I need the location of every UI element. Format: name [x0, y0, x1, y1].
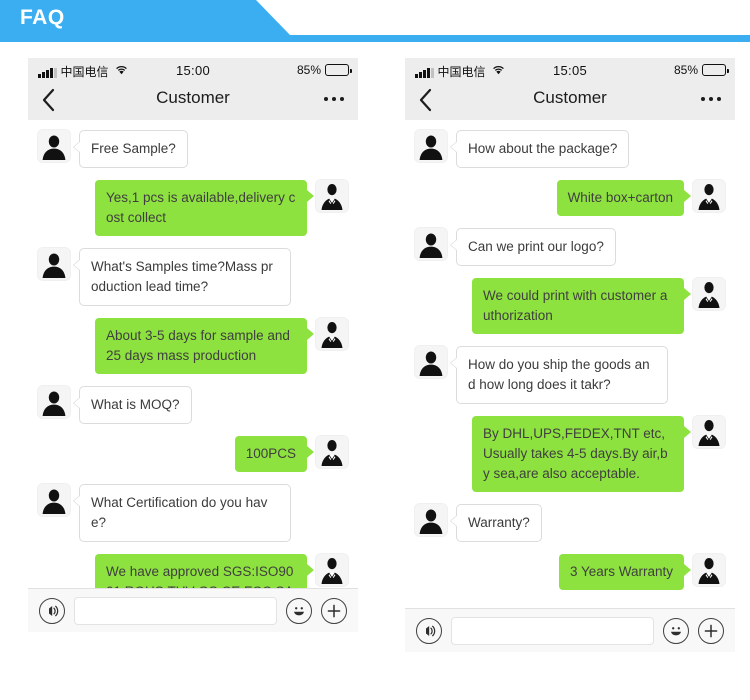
plus-circle-icon[interactable]: [321, 597, 347, 624]
conversation-title: Customer: [156, 88, 230, 107]
avatar-customer: [415, 346, 447, 378]
message-bubble-them: Can we print our logo?: [450, 228, 616, 266]
chat-message: How do you ship the goods and how long d…: [415, 346, 725, 404]
voice-wave-icon[interactable]: [416, 617, 442, 644]
battery-icon: [702, 64, 729, 76]
message-input-right[interactable]: [451, 616, 654, 645]
status-bar-left: 中国电信 15:00 85%: [28, 58, 358, 84]
message-input-bar-left: [28, 588, 358, 632]
chat-message: What is MOQ?: [38, 386, 348, 424]
nav-bar-right: Customer: [405, 84, 735, 120]
more-dots-icon[interactable]: [324, 97, 344, 101]
chat-thread-left: Free Sample? Yes,1 pcs is available,deliv…: [28, 120, 358, 632]
smiley-icon[interactable]: [663, 617, 689, 644]
avatar-customer: [415, 504, 447, 536]
chat-message: What Certification do you have?: [38, 484, 348, 542]
page-title: FAQ: [20, 6, 65, 29]
message-input-bar-right: [405, 608, 735, 652]
more-dots-icon[interactable]: [701, 97, 721, 101]
avatar-customer: [415, 130, 447, 162]
status-bar-right: 中国电信 15:05 85%: [405, 58, 735, 84]
avatar-seller: [316, 554, 348, 586]
conversation-title: Customer: [533, 88, 607, 107]
avatar-seller: [693, 416, 725, 448]
smiley-icon[interactable]: [286, 597, 312, 624]
message-bubble-me: White box+carton: [556, 180, 692, 216]
phone-chrome-right: 中国电信 15:05 85% Customer: [405, 58, 735, 120]
message-bubble-me: Yes,1 pcs is available,delivery cost col…: [95, 180, 314, 236]
avatar-customer: [38, 386, 70, 418]
chat-message: 3 Years Warranty: [415, 554, 725, 590]
avatar-customer: [415, 228, 447, 260]
voice-wave-icon[interactable]: [39, 597, 65, 624]
message-bubble-them: What Certification do you have?: [73, 484, 291, 542]
message-bubble-them: Warranty?: [450, 504, 542, 542]
message-bubble-them: What is MOQ?: [73, 386, 192, 424]
nav-bar-left: Customer: [28, 84, 358, 120]
battery-percent-label: 85%: [673, 63, 698, 77]
chat-message: 100PCS: [38, 436, 348, 472]
plus-circle-icon[interactable]: [698, 617, 724, 644]
phone-screenshot-left: 中国电信 15:00 85% Customer Free Sample? Yes,1 pc…: [28, 58, 358, 632]
chat-message: How about the package?: [415, 130, 725, 168]
chat-message: Yes,1 pcs is available,delivery cost col…: [38, 180, 348, 236]
chat-message: By DHL,UPS,FEDEX,TNT etc,Usually takes 4…: [415, 416, 725, 492]
avatar-seller: [693, 554, 725, 586]
chat-message: White box+carton: [415, 180, 725, 216]
chat-message: About 3-5 days for sample and 25 days ma…: [38, 318, 348, 374]
avatar-customer: [38, 248, 70, 280]
page-header: FAQ: [0, 0, 750, 42]
status-right-left: 85%: [296, 63, 352, 77]
avatar-seller: [316, 436, 348, 468]
chat-message: Warranty?: [415, 504, 725, 542]
phones-stage: 中国电信 15:00 85% Customer Free Sample? Yes,1 pc…: [0, 42, 750, 700]
avatar-seller: [693, 180, 725, 212]
message-bubble-me: By DHL,UPS,FEDEX,TNT etc,Usually takes 4…: [472, 416, 691, 492]
header-underline: [0, 35, 750, 42]
status-right-right: 85%: [673, 63, 729, 77]
message-bubble-them: How about the package?: [449, 130, 630, 168]
message-bubble-me: We could print with customer authorizati…: [472, 278, 691, 334]
message-input-left[interactable]: [74, 596, 277, 625]
avatar-seller: [316, 180, 348, 212]
chat-message: Can we print our logo?: [415, 228, 725, 266]
avatar-seller: [693, 278, 725, 310]
avatar-customer: [38, 130, 70, 162]
avatar-seller: [316, 318, 348, 350]
battery-icon: [325, 64, 352, 76]
chat-thread-right: How about the package? White box+carton Ca…: [405, 120, 735, 652]
chat-message: What's Samples time?Mass production lead…: [38, 248, 348, 306]
battery-percent-label: 85%: [296, 63, 321, 77]
chat-message: We could print with customer authorizati…: [415, 278, 725, 334]
message-bubble-me: 100PCS: [234, 436, 315, 472]
chat-message: Free Sample?: [38, 130, 348, 168]
avatar-customer: [38, 484, 70, 516]
phone-screenshot-right: 中国电信 15:05 85% Customer How about the packag…: [405, 58, 735, 652]
phone-chrome-left: 中国电信 15:00 85% Customer: [28, 58, 358, 120]
message-bubble-me: 3 Years Warranty: [558, 554, 692, 590]
message-bubble-them: What's Samples time?Mass production lead…: [73, 248, 291, 306]
message-bubble-them: Free Sample?: [73, 130, 188, 168]
message-bubble-them: How do you ship the goods and how long d…: [450, 346, 668, 404]
message-bubble-me: About 3-5 days for sample and 25 days ma…: [95, 318, 314, 374]
